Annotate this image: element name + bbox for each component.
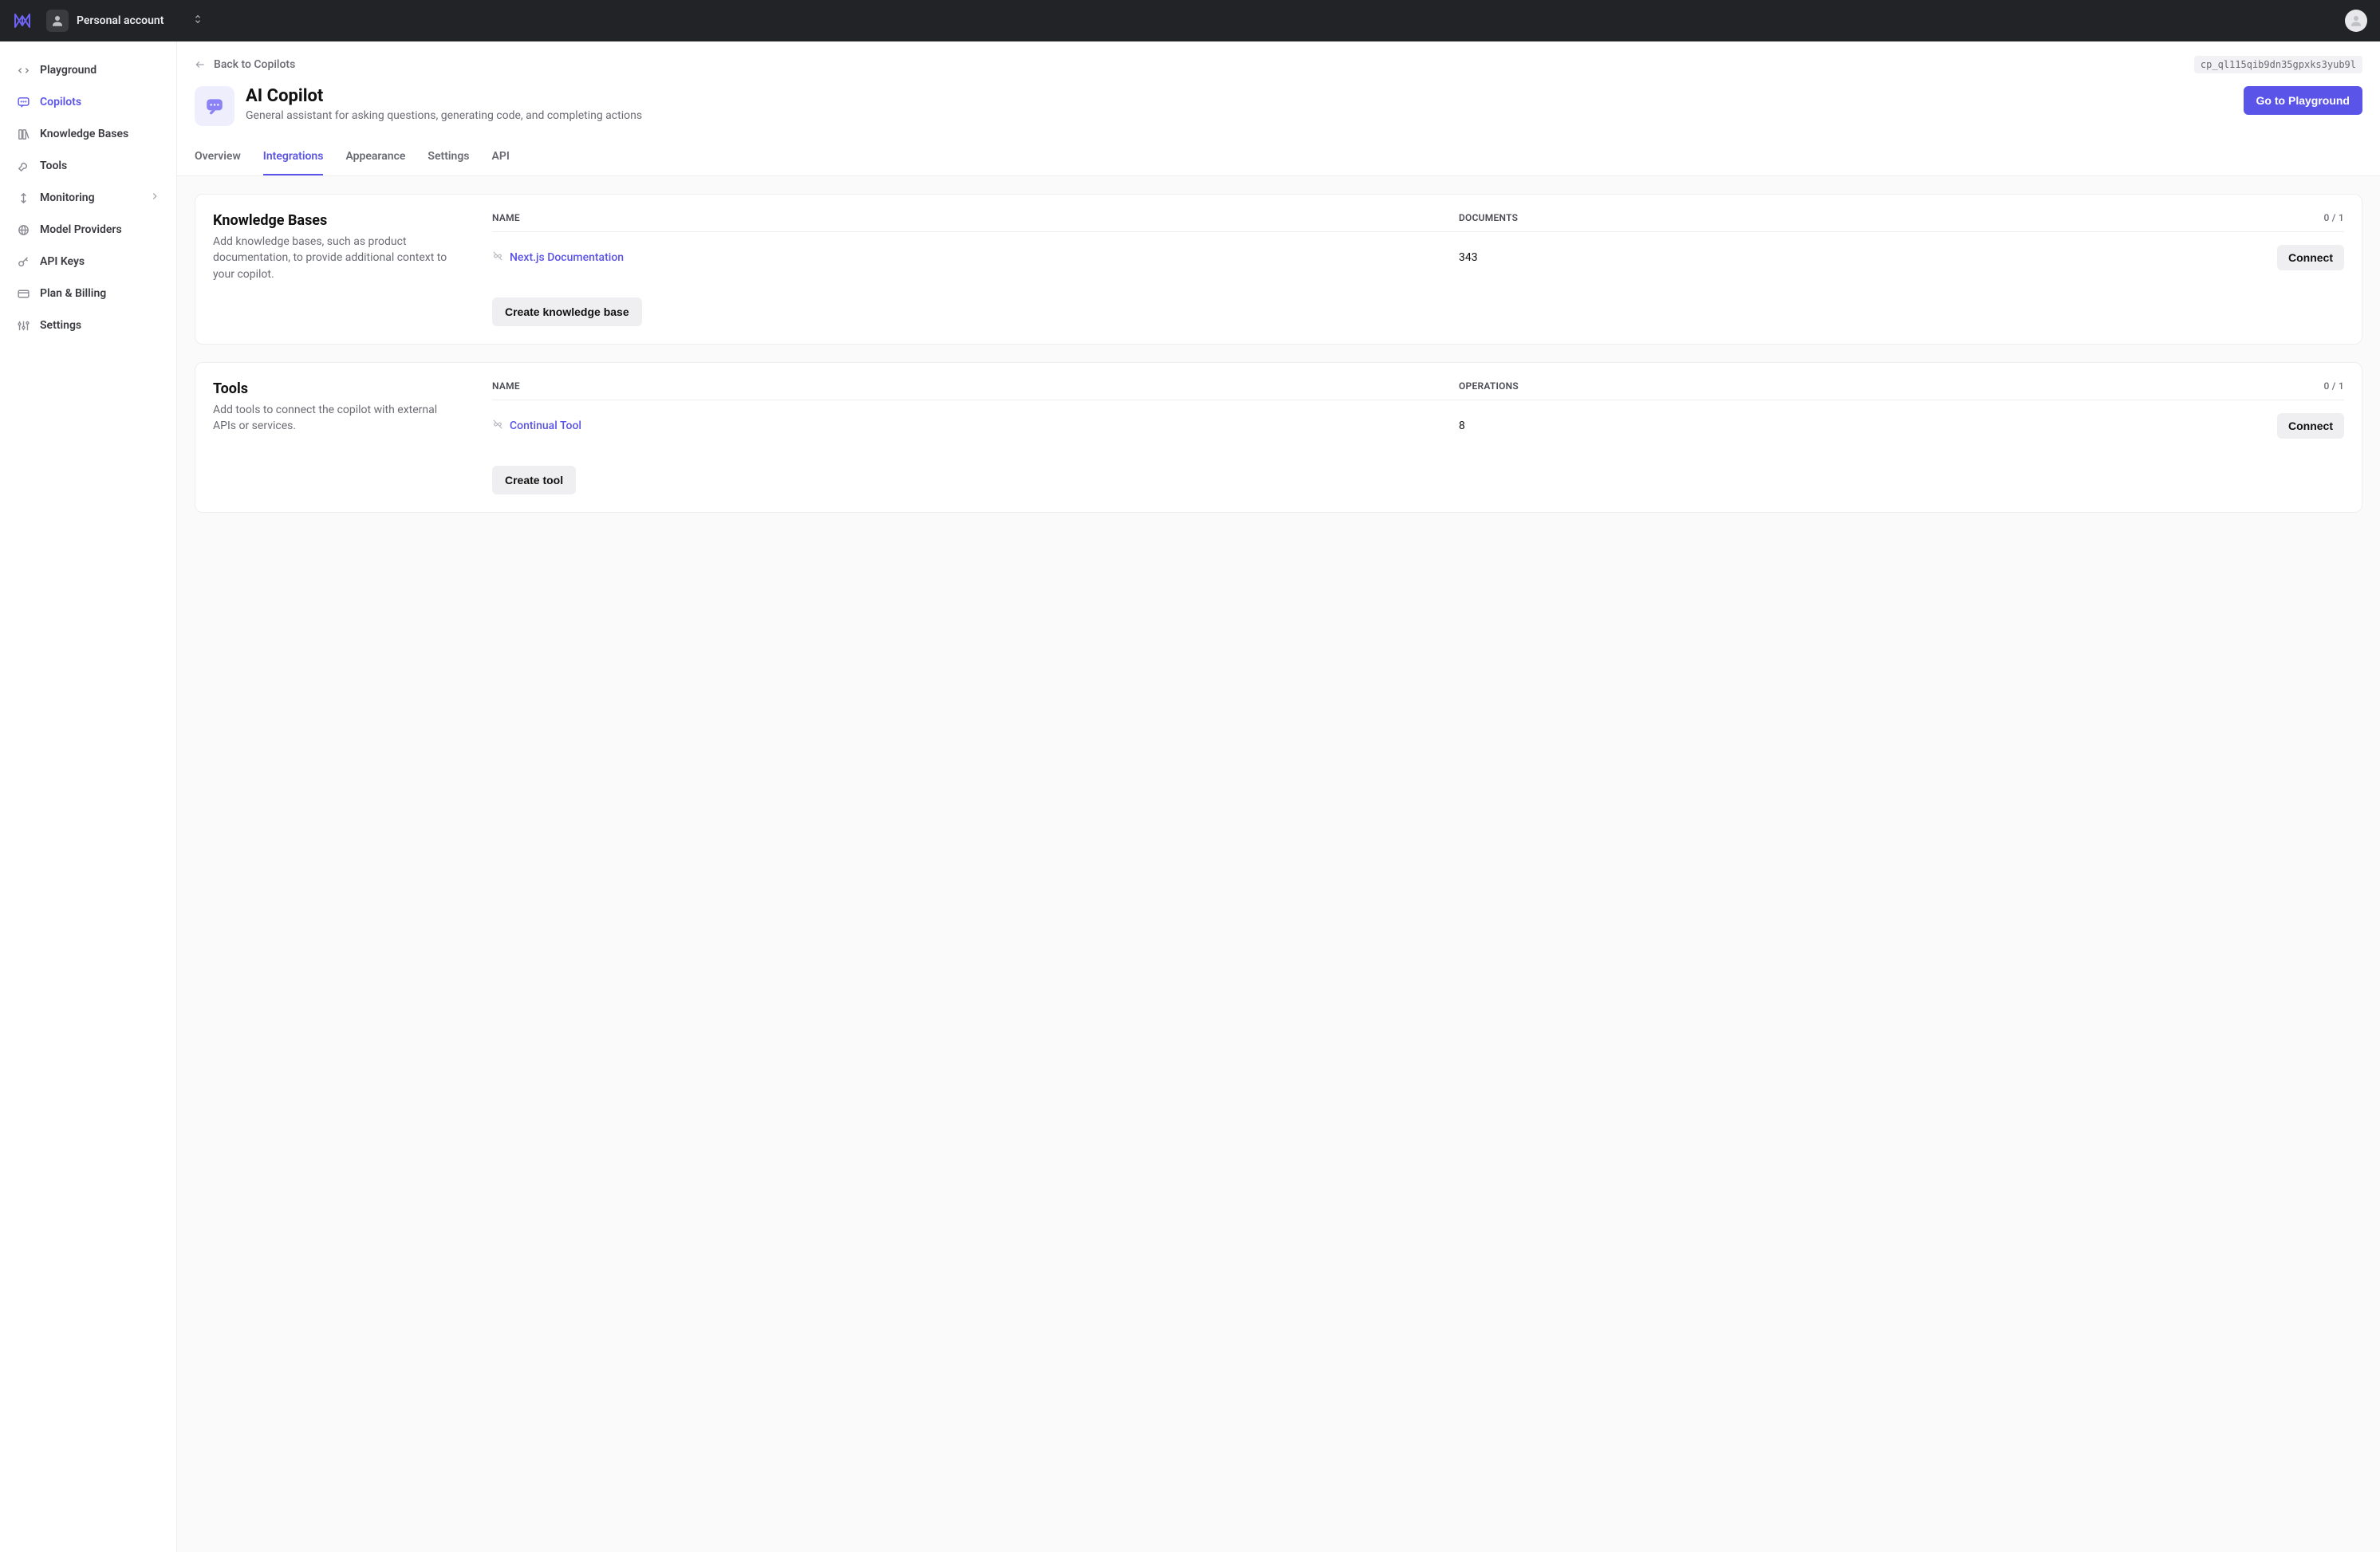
kb-body: NAME DOCUMENTS 0 / 1 Next.js Documentati…: [492, 212, 2344, 326]
sidebar: Playground Copilots Knowledge Bases Tool…: [0, 41, 177, 1552]
tools-row-operations: 8: [1459, 420, 2264, 432]
user-avatar[interactable]: [2345, 10, 2367, 32]
topbar-right: [2345, 10, 2367, 32]
kb-info: Knowledge Bases Add knowledge bases, suc…: [213, 212, 460, 326]
title-text: AI Copilot General assistant for asking …: [246, 86, 642, 122]
back-label: Back to Copilots: [214, 58, 295, 71]
unlink-icon: [492, 250, 503, 265]
tab-settings[interactable]: Settings: [428, 144, 469, 175]
sidebar-item-label: Copilots: [40, 96, 81, 108]
tab-overview[interactable]: Overview: [195, 144, 241, 175]
kb-table-row: Next.js Documentation 343 Connect: [492, 232, 2344, 283]
tools-table-head: NAME OPERATIONS 0 / 1: [492, 380, 2344, 400]
main: Back to Copilots cp_ql115qib9dn35gpxks3y…: [177, 41, 2380, 1552]
sliders-icon: [16, 318, 30, 333]
tab-integrations[interactable]: Integrations: [263, 144, 324, 175]
kb-description: Add knowledge bases, such as product doc…: [213, 234, 460, 282]
tools-actions: Create tool: [492, 466, 2344, 494]
sidebar-item-label: Tools: [40, 160, 67, 172]
sidebar-item-label: Settings: [40, 319, 81, 332]
sidebar-item-label: Monitoring: [40, 191, 95, 204]
sidebar-item-monitoring[interactable]: Monitoring: [8, 183, 168, 212]
topbar-left: Personal account: [13, 6, 210, 35]
key-icon: [16, 254, 30, 269]
copilot-icon: [195, 86, 234, 126]
kb-col-documents: DOCUMENTS: [1459, 212, 2264, 223]
tools-col-operations: OPERATIONS: [1459, 380, 2264, 392]
sidebar-item-playground[interactable]: Playground: [8, 56, 168, 85]
arrows-icon: [16, 191, 30, 205]
sidebar-item-settings[interactable]: Settings: [8, 311, 168, 340]
kb-row-documents: 343: [1459, 251, 2264, 264]
create-knowledge-base-button[interactable]: Create knowledge base: [492, 297, 642, 326]
kb-row-name[interactable]: Next.js Documentation: [510, 251, 624, 264]
tools-info: Tools Add tools to connect the copilot w…: [213, 380, 460, 494]
go-to-playground-button[interactable]: Go to Playground: [2244, 86, 2362, 115]
kb-actions: Create knowledge base: [492, 297, 2344, 326]
sidebar-item-tools[interactable]: Tools: [8, 152, 168, 180]
account-avatar-icon: [46, 10, 69, 32]
kb-count: 0 / 1: [2264, 212, 2344, 223]
tools-body: NAME OPERATIONS 0 / 1 Continual Tool 8: [492, 380, 2344, 494]
wrench-icon: [16, 159, 30, 173]
tools-connect-button[interactable]: Connect: [2277, 413, 2344, 439]
sidebar-item-label: Plan & Billing: [40, 287, 106, 300]
sidebar-item-plan-billing[interactable]: Plan & Billing: [8, 279, 168, 308]
tools-description: Add tools to connect the copilot with ex…: [213, 402, 460, 435]
tab-api[interactable]: API: [492, 144, 510, 175]
chat-icon: [16, 95, 30, 109]
sidebar-item-model-providers[interactable]: Model Providers: [8, 215, 168, 244]
kb-title: Knowledge Bases: [213, 212, 460, 229]
card-icon: [16, 286, 30, 301]
unlink-icon: [492, 419, 503, 433]
page-title: AI Copilot: [246, 86, 642, 106]
main-header: Back to Copilots cp_ql115qib9dn35gpxks3y…: [177, 41, 2380, 176]
sidebar-item-label: Model Providers: [40, 223, 122, 236]
tools-table-row: Continual Tool 8 Connect: [492, 400, 2344, 451]
sidebar-item-copilots[interactable]: Copilots: [8, 88, 168, 116]
back-row: Back to Copilots cp_ql115qib9dn35gpxks3y…: [195, 56, 2362, 73]
page-subtitle: General assistant for asking questions, …: [246, 109, 642, 122]
sidebar-item-api-keys[interactable]: API Keys: [8, 247, 168, 276]
books-icon: [16, 127, 30, 141]
tools-count: 0 / 1: [2264, 380, 2344, 392]
tabs: Overview Integrations Appearance Setting…: [195, 144, 2362, 175]
kb-connect-button[interactable]: Connect: [2277, 245, 2344, 270]
account-label: Personal account: [77, 14, 164, 27]
copilot-id[interactable]: cp_ql115qib9dn35gpxks3yub9l: [2194, 56, 2362, 73]
topbar: Personal account: [0, 0, 2380, 41]
knowledge-bases-card: Knowledge Bases Add knowledge bases, suc…: [195, 194, 2362, 345]
shell: Playground Copilots Knowledge Bases Tool…: [0, 41, 2380, 1552]
tools-card: Tools Add tools to connect the copilot w…: [195, 362, 2362, 513]
kb-table-head: NAME DOCUMENTS 0 / 1: [492, 212, 2344, 232]
tools-row-name[interactable]: Continual Tool: [510, 420, 581, 432]
arrow-left-icon: [195, 59, 206, 70]
globe-icon: [16, 223, 30, 237]
tools-title: Tools: [213, 380, 460, 397]
kb-table: NAME DOCUMENTS 0 / 1 Next.js Documentati…: [492, 212, 2344, 283]
tools-table: NAME OPERATIONS 0 / 1 Continual Tool 8: [492, 380, 2344, 451]
tab-appearance[interactable]: Appearance: [345, 144, 405, 175]
sidebar-item-knowledge-bases[interactable]: Knowledge Bases: [8, 120, 168, 148]
sidebar-item-label: API Keys: [40, 255, 85, 268]
code-icon: [16, 63, 30, 77]
create-tool-button[interactable]: Create tool: [492, 466, 576, 494]
sidebar-item-label: Playground: [40, 64, 97, 77]
title-row: AI Copilot General assistant for asking …: [195, 86, 2362, 126]
account-switcher[interactable]: Personal account: [43, 6, 210, 35]
tools-col-name: NAME: [492, 380, 1459, 392]
title-left: AI Copilot General assistant for asking …: [195, 86, 642, 126]
content: Knowledge Bases Add knowledge bases, suc…: [177, 176, 2380, 530]
up-down-icon: [194, 14, 202, 27]
chevron-right-icon: [149, 191, 160, 205]
sidebar-item-label: Knowledge Bases: [40, 128, 128, 140]
app-logo-icon[interactable]: [13, 11, 32, 30]
kb-col-name: NAME: [492, 212, 1459, 223]
back-to-copilots-link[interactable]: Back to Copilots: [195, 58, 295, 71]
